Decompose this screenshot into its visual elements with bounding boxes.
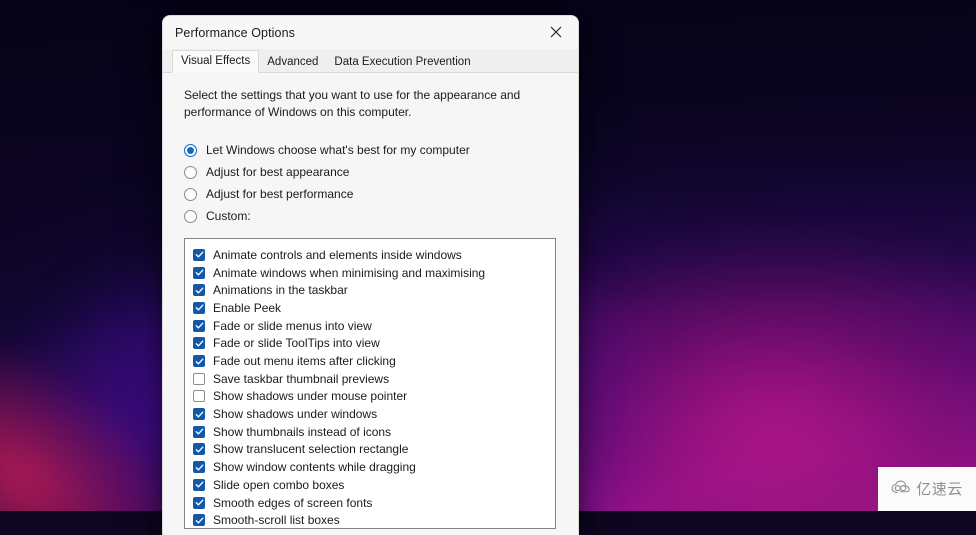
tab-advanced[interactable]: Advanced <box>259 52 326 73</box>
checkbox-unchecked-icon[interactable] <box>193 372 205 385</box>
list-item-label: Fade or slide ToolTips into view <box>213 336 380 351</box>
tab-label: Data Execution Prevention <box>334 55 471 68</box>
list-item-label: Show shadows under windows <box>213 407 378 422</box>
list-item[interactable]: Fade out menu items after clicking <box>193 352 555 370</box>
list-item-label: Animate controls and elements inside win… <box>213 247 462 262</box>
tab-label: Advanced <box>267 55 319 68</box>
list-item-label: Show translucent selection rectangle <box>213 442 409 457</box>
list-item-label: Animations in the taskbar <box>213 283 348 298</box>
list-item-label: Fade or slide menus into view <box>213 318 372 333</box>
radio-adjust-best-appearance[interactable]: Adjust for best appearance <box>184 161 562 183</box>
checkbox-checked-icon[interactable] <box>193 478 205 491</box>
visual-effects-listbox[interactable]: Animate controls and elements inside win… <box>184 238 556 530</box>
list-item-label: Slide open combo boxes <box>213 477 345 492</box>
list-item-label: Save taskbar thumbnail previews <box>213 371 390 386</box>
checkbox-checked-icon[interactable] <box>193 425 205 438</box>
checkbox-checked-icon[interactable] <box>193 284 205 297</box>
radio-mark-icon <box>184 187 197 201</box>
radio-label: Adjust for best appearance <box>206 165 350 180</box>
tab-visual-effects[interactable]: Visual Effects <box>172 49 260 73</box>
list-item[interactable]: Animations in the taskbar <box>193 281 555 299</box>
checkbox-unchecked-icon[interactable] <box>193 390 205 403</box>
list-item-label: Show window contents while dragging <box>213 460 416 475</box>
list-item-label: Animate windows when minimising and maxi… <box>213 265 486 280</box>
checkbox-checked-icon[interactable] <box>193 248 205 261</box>
watermark: 亿速云 <box>878 467 976 511</box>
list-item-label: Smooth-scroll list boxes <box>213 513 340 528</box>
checkbox-checked-icon[interactable] <box>193 266 205 279</box>
list-item[interactable]: Smooth-scroll list boxes <box>193 511 555 528</box>
radio-label: Adjust for best performance <box>206 187 354 202</box>
list-item[interactable]: Show thumbnails instead of icons <box>193 423 555 441</box>
list-item[interactable]: Show shadows under mouse pointer <box>193 388 555 406</box>
list-item[interactable]: Show window contents while dragging <box>193 458 555 476</box>
list-item[interactable]: Fade or slide menus into view <box>193 317 555 335</box>
list-item-label: Show thumbnails instead of icons <box>213 424 392 439</box>
list-item[interactable]: Smooth edges of screen fonts <box>193 494 555 512</box>
panel-description: Select the settings that you want to use… <box>184 88 521 120</box>
list-item[interactable]: Save taskbar thumbnail previews <box>193 370 555 388</box>
radio-custom[interactable]: Custom: <box>184 205 562 227</box>
checkbox-checked-icon[interactable] <box>193 301 205 314</box>
cloud-icon <box>891 480 913 499</box>
checkbox-checked-icon[interactable] <box>193 461 205 474</box>
visual-effects-panel: Select the settings that you want to use… <box>163 73 578 535</box>
dialog-titlebar[interactable]: Performance Options <box>163 16 578 49</box>
tab-data-execution-prevention[interactable]: Data Execution Prevention <box>326 52 478 73</box>
list-item[interactable]: Show shadows under windows <box>193 405 555 423</box>
list-item[interactable]: Show translucent selection rectangle <box>193 441 555 459</box>
radio-label: Let Windows choose what's best for my co… <box>206 143 470 158</box>
performance-options-dialog: Performance Options Visual Effects Advan… <box>162 15 579 535</box>
radio-mark-icon <box>184 209 197 223</box>
checkbox-checked-icon[interactable] <box>193 337 205 350</box>
radio-let-windows-choose[interactable]: Let Windows choose what's best for my co… <box>184 139 562 161</box>
checkbox-checked-icon[interactable] <box>193 443 205 456</box>
list-item-label: Fade out menu items after clicking <box>213 354 396 369</box>
checkbox-checked-icon[interactable] <box>193 496 205 509</box>
radio-mark-icon <box>184 143 197 157</box>
tab-label: Visual Effects <box>181 54 251 67</box>
list-item-label: Enable Peek <box>213 300 282 315</box>
list-item[interactable]: Animate windows when minimising and maxi… <box>193 264 555 282</box>
checkbox-checked-icon[interactable] <box>193 355 205 368</box>
radio-adjust-best-performance[interactable]: Adjust for best performance <box>184 183 562 205</box>
list-item[interactable]: Animate controls and elements inside win… <box>193 246 555 264</box>
performance-mode-radio-group: Let Windows choose what's best for my co… <box>184 139 562 227</box>
list-item[interactable]: Enable Peek <box>193 299 555 317</box>
close-icon <box>550 26 562 38</box>
list-item-label: Show shadows under mouse pointer <box>213 389 408 404</box>
checkbox-checked-icon[interactable] <box>193 319 205 332</box>
close-button[interactable] <box>534 16 578 48</box>
list-item[interactable]: Fade or slide ToolTips into view <box>193 335 555 353</box>
list-item[interactable]: Slide open combo boxes <box>193 476 555 494</box>
radio-label: Custom: <box>206 209 251 224</box>
checkbox-checked-icon[interactable] <box>193 514 205 527</box>
dialog-title: Performance Options <box>175 25 296 40</box>
radio-mark-icon <box>184 165 197 179</box>
tab-strip: Visual Effects Advanced Data Execution P… <box>163 49 578 73</box>
watermark-text: 亿速云 <box>916 480 963 498</box>
checkbox-checked-icon[interactable] <box>193 408 205 421</box>
list-item-label: Smooth edges of screen fonts <box>213 495 373 510</box>
